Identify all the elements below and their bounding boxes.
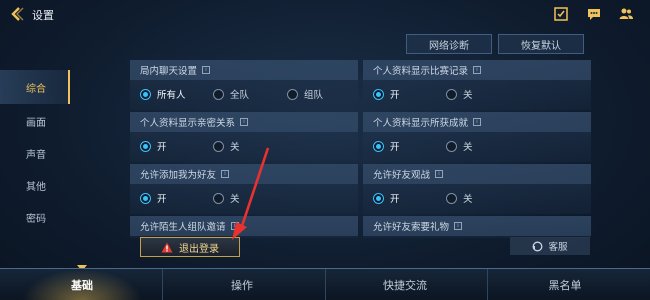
annotation-arrow-icon xyxy=(232,147,270,240)
tab-divider xyxy=(162,269,163,300)
bottom-tab-bar: 基础 操作 快捷交流 黑名单 xyxy=(0,268,650,300)
tab-basic[interactable]: 基础 xyxy=(22,269,142,300)
tab-controls[interactable]: 操作 xyxy=(182,269,302,300)
tab-divider xyxy=(487,269,488,300)
tab-quick-chat[interactable]: 快捷交流 xyxy=(345,269,465,300)
tab-divider xyxy=(325,269,326,300)
tab-blacklist[interactable]: 黑名单 xyxy=(505,269,625,300)
